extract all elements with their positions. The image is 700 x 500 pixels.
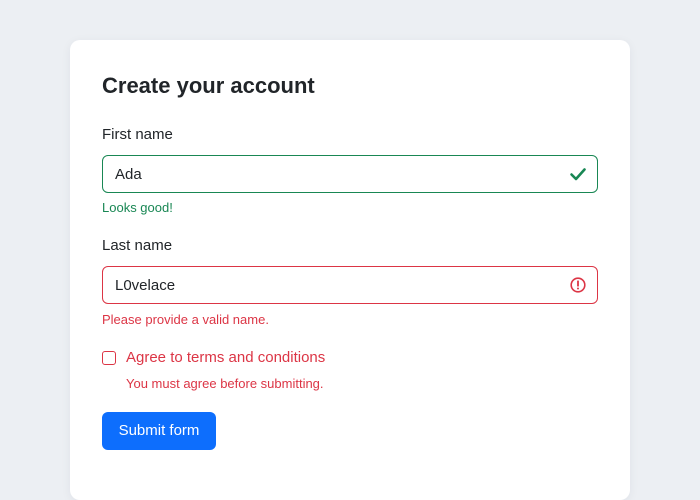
submit-button[interactable]: Submit form: [102, 412, 216, 450]
first-name-field-wrapper: [102, 155, 598, 193]
exclamation-circle-icon: [570, 277, 586, 293]
last-name-field-wrapper: [102, 266, 598, 304]
terms-row[interactable]: Agree to terms and conditions: [102, 348, 325, 368]
last-name-label: Last name: [102, 237, 173, 254]
form-title: Create your account: [102, 73, 315, 98]
first-name-feedback: Looks good!: [102, 200, 173, 215]
first-name-input[interactable]: [103, 156, 597, 192]
signup-card: Create your account First name Looks goo…: [70, 40, 630, 500]
last-name-feedback: Please provide a valid name.: [102, 312, 269, 327]
terms-feedback: You must agree before submitting.: [126, 376, 324, 391]
last-name-input[interactable]: [103, 267, 597, 303]
check-icon: [570, 168, 586, 181]
terms-checkbox[interactable]: [102, 351, 116, 365]
terms-label[interactable]: Agree to terms and conditions: [126, 348, 325, 368]
first-name-label: First name: [102, 126, 173, 143]
